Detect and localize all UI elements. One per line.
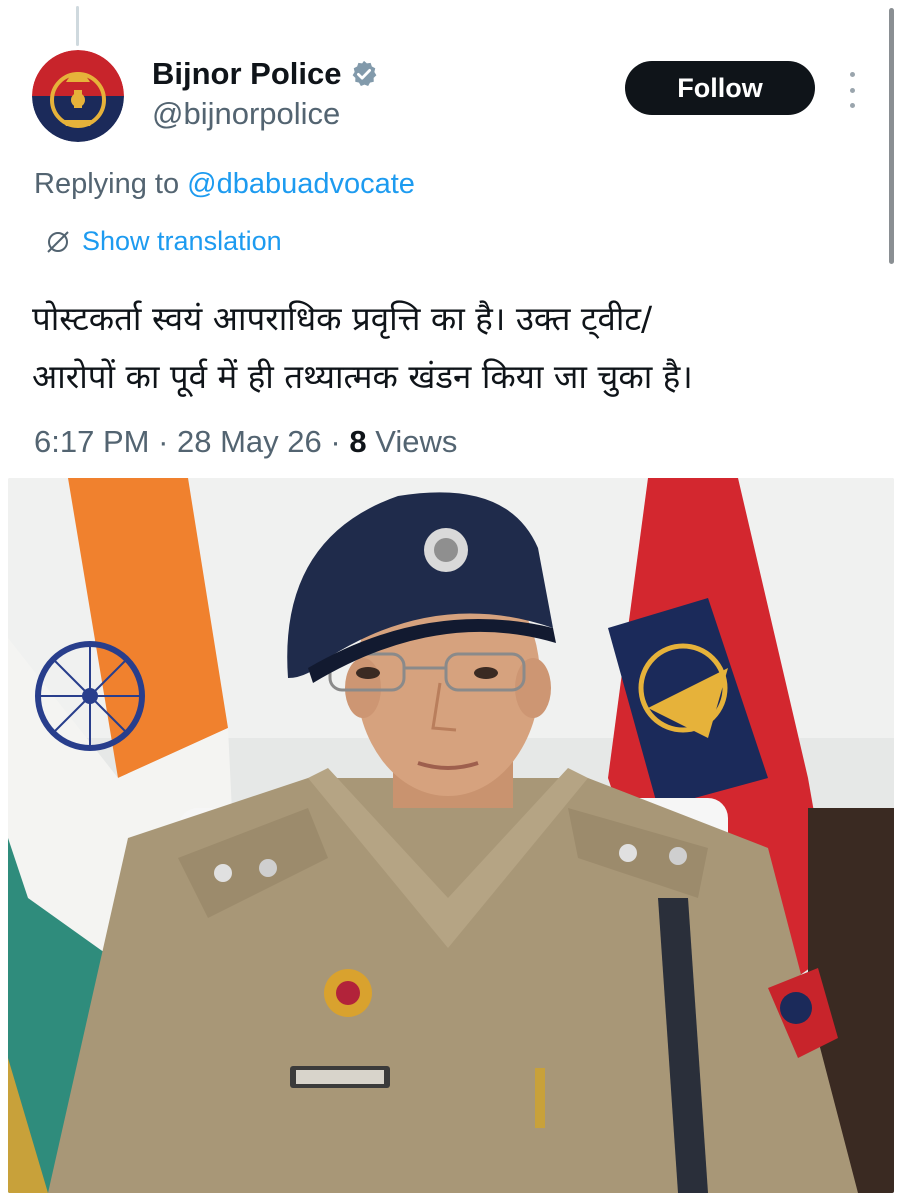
tweet-meta: 6:17 PM · 28 May 26 · 8 Views xyxy=(34,424,457,460)
author-display-name[interactable]: Bijnor Police xyxy=(152,56,341,92)
globe-translate-icon xyxy=(47,230,69,253)
tweet-text: पोस्टकर्ता स्वयं आपराधिक प्रवृत्ति का है… xyxy=(32,290,872,406)
meta-separator: · xyxy=(158,424,178,459)
more-options-icon[interactable] xyxy=(840,72,864,108)
replying-prefix: Replying to xyxy=(34,168,188,200)
meta-separator: · xyxy=(330,424,350,459)
author-name-row[interactable]: Bijnor Police xyxy=(152,56,379,92)
follow-button[interactable]: Follow xyxy=(625,61,815,115)
tweet-date[interactable]: 28 May 26 xyxy=(177,424,322,459)
tweet-text-line: आरोपों का पूर्व में ही तथ्यात्मक खंडन कि… xyxy=(32,357,693,396)
tweet-time[interactable]: 6:17 PM xyxy=(34,424,149,459)
thread-connector-line xyxy=(76,6,79,46)
author-handle[interactable]: @bijnorpolice xyxy=(152,96,340,132)
show-translation-label[interactable]: Show translation xyxy=(82,226,282,257)
show-translation-link[interactable]: Show translation xyxy=(44,226,282,257)
police-emblem-icon xyxy=(32,50,124,142)
views-count: 8 xyxy=(349,424,367,459)
tweet-text-line: पोस्टकर्ता स्वयं आपराधिक प्रवृत्ति का है… xyxy=(32,299,653,338)
verified-badge-icon xyxy=(353,60,377,86)
replying-to: Replying to @dbabuadvocate xyxy=(34,168,415,201)
officer-photo xyxy=(8,478,894,1193)
avatar[interactable] xyxy=(32,50,124,142)
tweet-media-image[interactable] xyxy=(8,478,894,1193)
views-label: Views xyxy=(375,424,458,459)
reply-mention-link[interactable]: @dbabuadvocate xyxy=(187,168,415,200)
scrollbar[interactable] xyxy=(889,8,894,264)
